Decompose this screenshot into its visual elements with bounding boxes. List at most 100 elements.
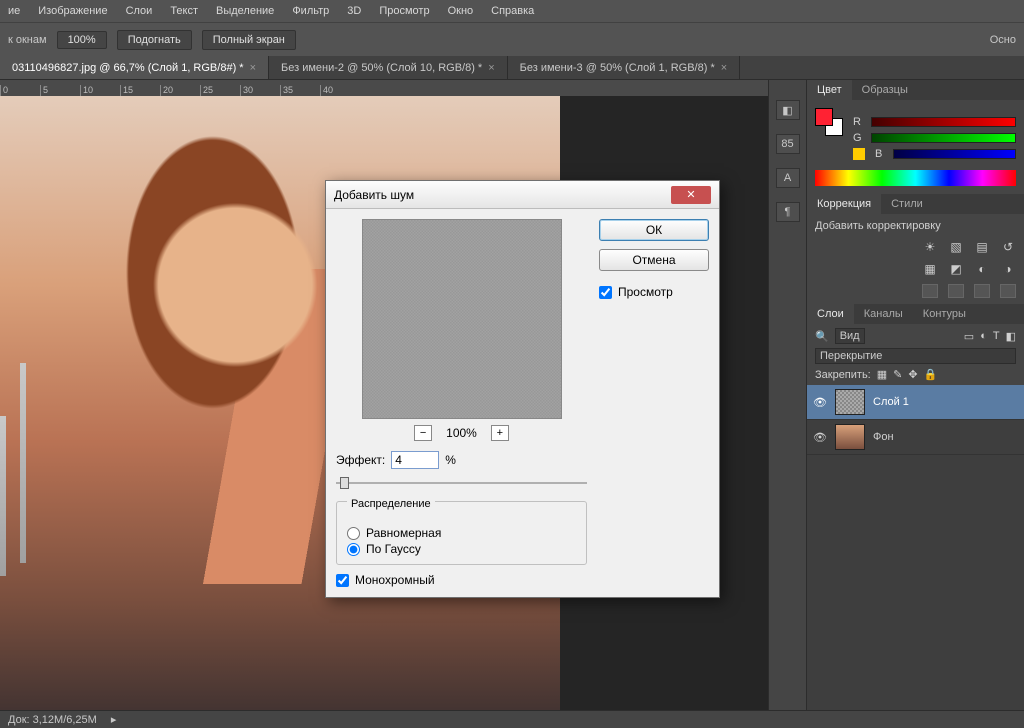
fit-button[interactable]: Подогнать bbox=[117, 30, 192, 50]
color-swatches[interactable] bbox=[815, 108, 843, 136]
menu-item[interactable]: 3D bbox=[347, 5, 361, 17]
histogram-icon[interactable]: ◧ bbox=[776, 100, 800, 120]
status-arrow-icon[interactable]: ▸ bbox=[111, 713, 117, 726]
adj-icon[interactable] bbox=[922, 284, 938, 298]
layer-row[interactable]: 👁 Фон bbox=[807, 420, 1024, 455]
corrections-panel-tabs: Коррекция Стили bbox=[807, 194, 1024, 214]
adj-icon[interactable] bbox=[974, 284, 990, 298]
adj-icon[interactable] bbox=[948, 284, 964, 298]
menu-item[interactable]: Выделение bbox=[216, 5, 274, 17]
history-icon[interactable]: 85 bbox=[776, 134, 800, 154]
slider-thumb[interactable] bbox=[340, 477, 349, 489]
layer-thumbnail[interactable] bbox=[835, 389, 865, 415]
document-tab[interactable]: 03110496827.jpg @ 66,7% (Слой 1, RGB/8#)… bbox=[0, 56, 269, 79]
layer-filter-select[interactable]: Вид bbox=[835, 328, 865, 344]
tab-styles[interactable]: Стили bbox=[881, 194, 933, 214]
channel-label: R bbox=[853, 116, 865, 128]
lock-pixels-icon[interactable]: ✎ bbox=[893, 368, 902, 381]
lock-transparency-icon[interactable]: ▦ bbox=[877, 368, 887, 381]
tab-color[interactable]: Цвет bbox=[807, 80, 852, 100]
right-panels: Цвет Образцы R G B Коррекция Стили bbox=[806, 80, 1024, 710]
dialog-title: Добавить шум bbox=[334, 188, 671, 202]
document-size: Док: 3,12M/6,25M bbox=[8, 714, 97, 726]
visibility-icon[interactable]: 👁 bbox=[813, 396, 827, 409]
cancel-button[interactable]: Отмена bbox=[599, 249, 709, 271]
menu-bar: ие Изображение Слои Текст Выделение Филь… bbox=[0, 0, 1024, 22]
filter-icon[interactable]: ▭ bbox=[964, 330, 974, 343]
lock-all-icon[interactable]: 🔒 bbox=[924, 368, 938, 381]
menu-item[interactable]: Просмотр bbox=[379, 5, 429, 17]
tab-corrections[interactable]: Коррекция bbox=[807, 194, 881, 214]
curves-icon[interactable]: ▤ bbox=[974, 240, 990, 254]
uniform-radio[interactable]: Равномерная bbox=[347, 526, 576, 540]
close-icon[interactable]: × bbox=[488, 62, 494, 74]
effect-unit: % bbox=[445, 453, 456, 467]
adjustments-panel: Добавить корректировку ☀ ▧ ▤ ↺ ▦ ◩ ◐ ◑ bbox=[807, 214, 1024, 304]
ruler-horizontal: 0510152025303540 bbox=[0, 80, 768, 96]
menu-item[interactable]: Фильтр bbox=[292, 5, 329, 17]
color-spectrum[interactable] bbox=[815, 170, 1016, 186]
zoom-out-button[interactable]: − bbox=[414, 425, 432, 441]
dialog-titlebar[interactable]: Добавить шум ✕ bbox=[326, 181, 719, 209]
filter-icon[interactable]: ◧ bbox=[1006, 330, 1016, 343]
tab-label: 03110496827.jpg @ 66,7% (Слой 1, RGB/8#)… bbox=[12, 62, 244, 74]
exposure-icon[interactable]: ↺ bbox=[1000, 240, 1016, 254]
zoom-in-button[interactable]: + bbox=[491, 425, 509, 441]
tab-layers[interactable]: Слои bbox=[807, 304, 854, 324]
tab-channels[interactable]: Каналы bbox=[854, 304, 913, 324]
gamut-warning-icon[interactable] bbox=[853, 148, 865, 160]
menu-item[interactable]: Слои bbox=[126, 5, 153, 17]
document-tab[interactable]: Без имени-3 @ 50% (Слой 1, RGB/8) * × bbox=[508, 56, 741, 79]
paragraph-icon[interactable]: ¶ bbox=[776, 202, 800, 222]
close-icon[interactable]: ✕ bbox=[671, 186, 711, 204]
balance-icon[interactable]: ◩ bbox=[948, 262, 964, 276]
b-slider[interactable] bbox=[893, 149, 1016, 159]
distribution-legend: Распределение bbox=[347, 498, 435, 510]
tab-label: Без имени-2 @ 50% (Слой 10, RGB/8) * bbox=[281, 62, 482, 74]
bw-icon[interactable]: ◐ bbox=[974, 262, 990, 276]
close-icon[interactable]: × bbox=[250, 62, 256, 74]
hue-icon[interactable]: ▦ bbox=[922, 262, 938, 276]
filter-icon[interactable]: T bbox=[993, 330, 1000, 342]
effect-slider[interactable] bbox=[336, 475, 587, 491]
preview-checkbox[interactable]: Просмотр bbox=[599, 285, 709, 299]
zoom-level[interactable]: 100% bbox=[57, 31, 107, 49]
document-tab[interactable]: Без имени-2 @ 50% (Слой 10, RGB/8) * × bbox=[269, 56, 508, 79]
monochrome-checkbox[interactable]: Монохромный bbox=[336, 573, 587, 587]
menu-item[interactable]: Окно bbox=[448, 5, 474, 17]
character-icon[interactable]: A bbox=[776, 168, 800, 188]
r-slider[interactable] bbox=[871, 117, 1016, 127]
fullscreen-button[interactable]: Полный экран bbox=[202, 30, 296, 50]
effect-input[interactable] bbox=[391, 451, 439, 469]
filter-icon[interactable]: ◐ bbox=[980, 330, 987, 342]
blend-mode-select[interactable]: Перекрытие bbox=[815, 348, 1016, 364]
menu-item[interactable]: Изображение bbox=[38, 5, 107, 17]
add-adjustment-hint: Добавить корректировку bbox=[815, 220, 1016, 232]
foreground-color-swatch[interactable] bbox=[815, 108, 833, 126]
layer-thumbnail[interactable] bbox=[835, 424, 865, 450]
menu-item[interactable]: ие bbox=[8, 5, 20, 17]
g-slider[interactable] bbox=[871, 133, 1016, 143]
menu-item[interactable]: Справка bbox=[491, 5, 534, 17]
brightness-icon[interactable]: ☀ bbox=[922, 240, 938, 254]
menu-item[interactable]: Текст bbox=[170, 5, 198, 17]
close-icon[interactable]: × bbox=[721, 62, 727, 74]
visibility-icon[interactable]: 👁 bbox=[813, 431, 827, 444]
ok-button[interactable]: ОК bbox=[599, 219, 709, 241]
add-noise-dialog: Добавить шум ✕ − 100% + Эффект: % bbox=[325, 180, 720, 598]
tab-swatches[interactable]: Образцы bbox=[852, 80, 918, 100]
layer-name[interactable]: Слой 1 bbox=[873, 396, 1018, 408]
layer-name[interactable]: Фон bbox=[873, 431, 1018, 443]
adj-icon[interactable] bbox=[1000, 284, 1016, 298]
options-right-label: Осно bbox=[990, 34, 1016, 46]
color-panel-tabs: Цвет Образцы bbox=[807, 80, 1024, 100]
effect-label: Эффект: bbox=[336, 453, 385, 467]
gaussian-radio[interactable]: По Гауссу bbox=[347, 542, 576, 556]
tab-paths[interactable]: Контуры bbox=[913, 304, 976, 324]
noise-preview[interactable] bbox=[362, 219, 562, 419]
layer-row[interactable]: 👁 Слой 1 bbox=[807, 385, 1024, 420]
lock-position-icon[interactable]: ✥ bbox=[908, 368, 917, 381]
search-icon[interactable]: 🔍 bbox=[815, 330, 829, 343]
photo-filter-icon[interactable]: ◑ bbox=[1000, 262, 1016, 276]
levels-icon[interactable]: ▧ bbox=[948, 240, 964, 254]
